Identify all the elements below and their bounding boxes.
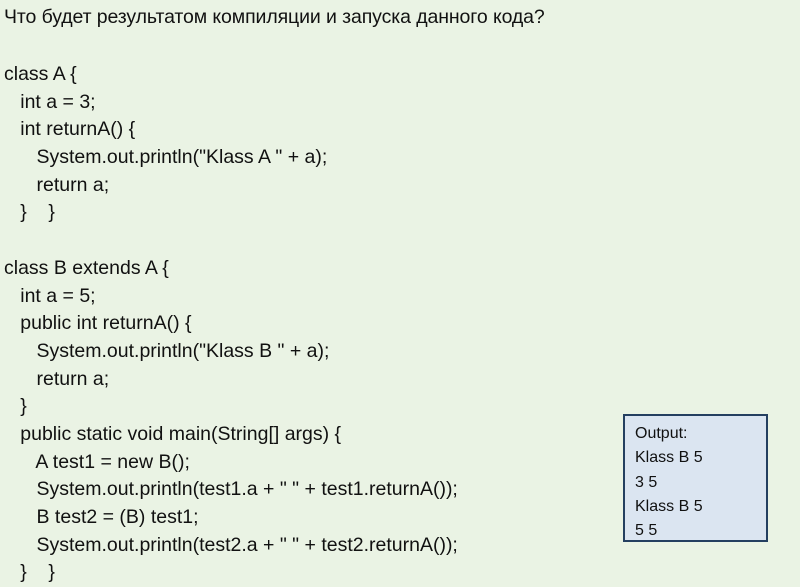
code-line: class B extends A { [4,256,169,279]
output-title: Output: [635,425,688,442]
code-line: } [4,395,27,418]
output-line: 3 5 [635,473,658,491]
code-line: System.out.println("Klass A " + a); [4,146,328,169]
code-block: class A { int a = 3; int returnA() { Sys… [4,61,458,587]
code-line: int a = 5; [4,284,96,307]
code-line: System.out.println(test2.a + " " + test2… [4,533,458,556]
code-line: } } [4,561,55,584]
code-line: int a = 3; [4,90,96,113]
code-line: return a; [4,173,110,196]
code-line: return a; [4,367,110,390]
code-line: } } [4,201,55,224]
code-line: public int returnA() { [4,312,192,335]
slide: Что будет результатом компиляции и запус… [0,0,800,587]
output-line: Klass B 5 [635,449,703,467]
output-line: Klass B 5 [635,497,703,515]
output-line: 5 5 [635,522,658,540]
code-line: System.out.println("Klass B " + a); [4,339,330,362]
code-line: class A { [4,63,77,85]
code-line: B test2 = (B) test1; [4,506,199,528]
code-line: public static void main(String[] args) { [4,422,342,445]
code-line: A test1 = new B(); [4,450,190,473]
code-line: System.out.println(test1.a + " " + test1… [4,478,458,501]
output-box: Output: Klass B 5 3 5 Klass B 5 5 5 [623,414,768,542]
code-line: int returnA() { [4,118,136,141]
question-text: Что будет результатом компиляции и запус… [4,6,545,28]
